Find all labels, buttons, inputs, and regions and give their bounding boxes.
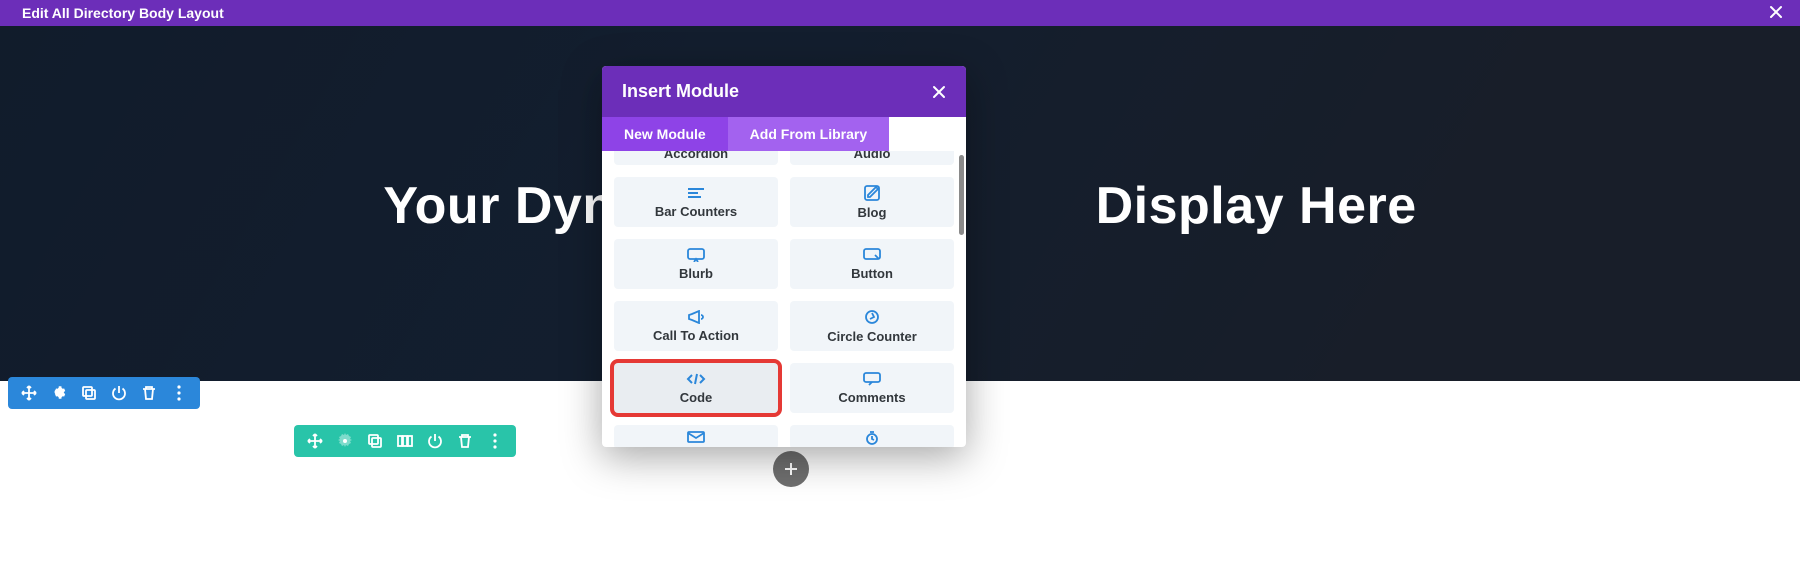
gear-icon[interactable] xyxy=(50,384,68,402)
move-icon[interactable] xyxy=(20,384,38,402)
modal-body: Accordion Audio Bar Counters Blog Blurb … xyxy=(602,151,966,447)
module-button[interactable]: Button xyxy=(790,239,954,289)
megaphone-icon xyxy=(687,310,705,324)
module-call-to-action[interactable]: Call To Action xyxy=(614,301,778,351)
duplicate-icon[interactable] xyxy=(366,432,384,450)
blurb-icon xyxy=(687,248,705,262)
scrollbar[interactable] xyxy=(959,155,964,443)
power-icon[interactable] xyxy=(110,384,128,402)
duplicate-icon[interactable] xyxy=(80,384,98,402)
module-accordion[interactable]: Accordion xyxy=(614,151,778,165)
columns-icon[interactable] xyxy=(396,432,414,450)
module-blog[interactable]: Blog xyxy=(790,177,954,227)
row-toolbar xyxy=(294,425,516,457)
circle-counter-icon xyxy=(864,309,880,325)
blog-icon xyxy=(864,185,880,201)
more-icon[interactable] xyxy=(486,432,504,450)
modal-title: Insert Module xyxy=(622,81,739,102)
tab-new-module[interactable]: New Module xyxy=(602,117,728,151)
code-icon xyxy=(686,372,706,386)
top-bar: Edit All Directory Body Layout xyxy=(0,0,1800,26)
button-icon xyxy=(863,248,881,262)
module-partial-left[interactable] xyxy=(614,425,778,447)
move-icon[interactable] xyxy=(306,432,324,450)
close-icon[interactable] xyxy=(1768,4,1784,20)
trash-icon[interactable] xyxy=(140,384,158,402)
close-icon[interactable] xyxy=(932,85,946,99)
module-code[interactable]: Code xyxy=(614,363,778,413)
module-bar-counters[interactable]: Bar Counters xyxy=(614,177,778,227)
bar-counters-icon xyxy=(686,186,706,200)
tab-add-from-library[interactable]: Add From Library xyxy=(728,117,889,151)
timer-icon xyxy=(864,431,880,445)
gear-icon[interactable] xyxy=(336,432,354,450)
add-module-button[interactable] xyxy=(773,451,809,487)
module-circle-counter[interactable]: Circle Counter xyxy=(790,301,954,351)
module-blurb[interactable]: Blurb xyxy=(614,239,778,289)
module-audio[interactable]: Audio xyxy=(790,151,954,165)
power-icon[interactable] xyxy=(426,432,444,450)
modal-tabs: New Module Add From Library xyxy=(602,117,966,151)
section-toolbar xyxy=(8,377,200,409)
envelope-icon xyxy=(687,431,705,443)
comments-icon xyxy=(863,372,881,386)
top-bar-title: Edit All Directory Body Layout xyxy=(22,5,224,21)
module-comments[interactable]: Comments xyxy=(790,363,954,413)
scrollbar-thumb[interactable] xyxy=(959,155,964,235)
modal-header: Insert Module xyxy=(602,66,966,117)
trash-icon[interactable] xyxy=(456,432,474,450)
more-icon[interactable] xyxy=(170,384,188,402)
insert-module-modal: Insert Module New Module Add From Librar… xyxy=(602,66,966,447)
module-partial-right[interactable] xyxy=(790,425,954,447)
